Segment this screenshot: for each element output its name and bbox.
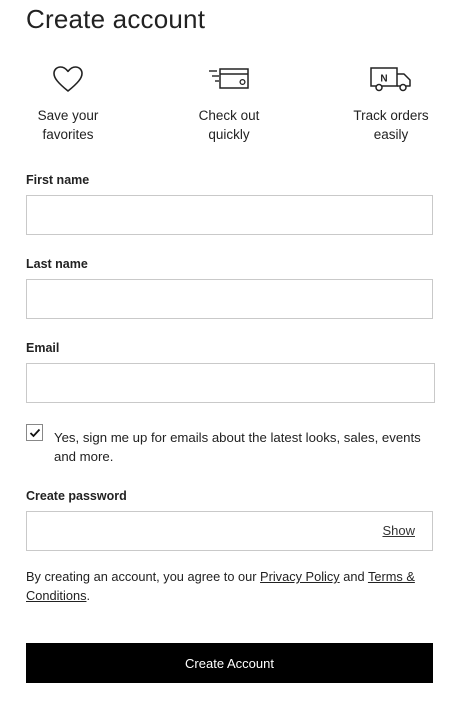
benefit-label-line2: favorites: [42, 127, 94, 142]
benefit-label-line1: Check out: [198, 108, 260, 123]
create-account-button[interactable]: Create Account: [26, 643, 433, 683]
legal-middle: and: [339, 569, 368, 584]
truck-badge-letter: N: [380, 74, 387, 85]
email-input[interactable]: [27, 364, 434, 402]
benefits-row: Save your favorites Check out quickly N …: [0, 62, 457, 152]
password-input[interactable]: [27, 512, 432, 550]
checkmark-icon: [29, 428, 40, 437]
last-name-label: Last name: [26, 257, 88, 271]
card-fast-icon: [159, 62, 299, 96]
password-field[interactable]: Show: [26, 511, 433, 551]
first-name-label: First name: [26, 173, 90, 187]
benefit-label-line2: quickly: [208, 127, 250, 142]
benefit-check-out: Check out quickly: [159, 62, 299, 144]
benefit-label-line2: easily: [373, 127, 409, 142]
legal-prefix: By creating an account, you agree to our: [26, 569, 261, 584]
legal-text: By creating an account, you agree to our…: [26, 567, 426, 605]
newsletter-checkbox[interactable]: [26, 424, 43, 441]
newsletter-label[interactable]: Yes, sign me up for emails about the lat…: [54, 428, 434, 466]
benefit-label-line1: Save your: [37, 108, 99, 123]
benefit-track-orders: N Track orders easily: [321, 62, 457, 144]
truck-icon: N: [321, 62, 457, 96]
last-name-field[interactable]: [26, 279, 433, 319]
first-name-input[interactable]: [27, 196, 432, 234]
heart-icon: [0, 62, 138, 96]
page-title: Create account: [26, 4, 206, 34]
last-name-input[interactable]: [27, 280, 432, 318]
privacy-policy-link[interactable]: Privacy Policy: [260, 569, 340, 584]
benefit-label-line1: Track orders: [353, 108, 429, 123]
password-label: Create password: [26, 489, 127, 503]
email-label: Email: [26, 341, 60, 355]
legal-suffix: .: [86, 588, 91, 603]
first-name-field[interactable]: [26, 195, 433, 235]
benefit-save-favorites: Save your favorites: [0, 62, 138, 144]
email-field[interactable]: [26, 363, 435, 403]
show-password-toggle[interactable]: Show: [382, 523, 415, 538]
